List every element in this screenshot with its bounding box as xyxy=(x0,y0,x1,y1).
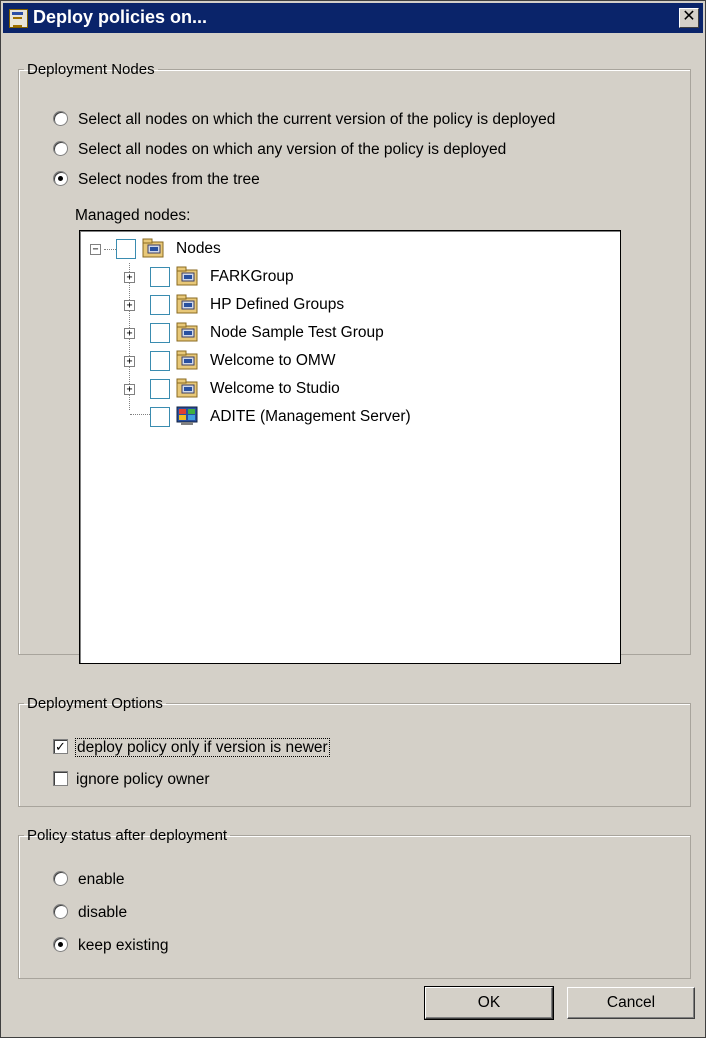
tree-item-checkbox[interactable] xyxy=(150,295,170,315)
node-group-icon xyxy=(176,266,198,286)
tree-item-nodes[interactable]: − Nodes xyxy=(80,237,620,261)
management-server-icon xyxy=(176,406,198,426)
tree-item-checkbox[interactable] xyxy=(116,239,136,259)
managed-nodes-tree[interactable]: − Nodes + FARKGroup + HP Defined Groups … xyxy=(79,230,621,664)
radio-current-version-button[interactable] xyxy=(53,111,68,127)
tree-item-hp-defined-groups[interactable]: + HP Defined Groups xyxy=(80,293,620,317)
node-group-icon xyxy=(176,378,198,398)
radio-enable-button[interactable] xyxy=(53,871,68,887)
window-title: Deploy policies on... xyxy=(33,7,208,27)
deployment-options-group: Deployment Options ✓ deploy policy only i… xyxy=(18,695,691,807)
radio-disable[interactable]: disable xyxy=(53,902,127,924)
node-group-icon xyxy=(176,294,198,314)
close-button[interactable]: ✕ xyxy=(679,8,699,28)
expand-icon[interactable]: + xyxy=(124,328,135,339)
tree-item-label: ADITE (Management Server) xyxy=(210,408,411,425)
deployment-nodes-legend: Deployment Nodes xyxy=(27,61,155,78)
radio-keep-existing-label: keep existing xyxy=(78,937,169,954)
tree-item-welcome-to-studio[interactable]: + Welcome to Studio xyxy=(80,377,620,401)
radio-any-version-button[interactable] xyxy=(53,141,68,157)
deploy-if-newer-checkbox[interactable]: ✓ xyxy=(53,739,68,755)
ignore-owner-checkbox[interactable] xyxy=(53,771,68,787)
title-bar[interactable]: Deploy policies on... ✕ xyxy=(3,3,703,33)
tree-item-node-sample-test-group[interactable]: + Node Sample Test Group xyxy=(80,321,620,345)
radio-current-version-label: Select all nodes on which the current ve… xyxy=(78,111,556,128)
expand-icon[interactable]: + xyxy=(124,356,135,367)
tree-item-farkgroup[interactable]: + FARKGroup xyxy=(80,265,620,289)
radio-from-tree[interactable]: Select nodes from the tree xyxy=(53,169,260,191)
ok-button[interactable]: OK xyxy=(424,986,554,1020)
radio-any-version-label: Select all nodes on which any version of… xyxy=(78,141,507,158)
tree-item-checkbox[interactable] xyxy=(150,379,170,399)
tree-item-checkbox[interactable] xyxy=(150,351,170,371)
radio-disable-button[interactable] xyxy=(53,904,68,920)
ignore-owner-option[interactable]: ignore policy owner xyxy=(53,769,210,791)
tree-item-adite-management-server[interactable]: ADITE (Management Server) xyxy=(80,405,620,429)
expand-icon[interactable]: + xyxy=(124,272,135,283)
radio-any-version[interactable]: Select all nodes on which any version of… xyxy=(53,139,506,161)
policy-status-group: Policy status after deployment enable di… xyxy=(18,827,691,979)
radio-enable-label: enable xyxy=(78,871,125,888)
expand-icon[interactable]: + xyxy=(124,300,135,311)
collapse-icon[interactable]: − xyxy=(90,244,101,255)
deploy-if-newer-label: deploy policy only if version is newer xyxy=(75,738,330,757)
node-group-icon xyxy=(176,350,198,370)
deployment-options-legend: Deployment Options xyxy=(27,695,163,712)
radio-enable[interactable]: enable xyxy=(53,869,125,891)
radio-keep-existing[interactable]: keep existing xyxy=(53,935,168,957)
node-group-icon xyxy=(142,238,164,258)
tree-item-welcome-to-omw[interactable]: + Welcome to OMW xyxy=(80,349,620,373)
ignore-owner-label: ignore policy owner xyxy=(76,771,210,788)
deploy-if-newer-option[interactable]: ✓ deploy policy only if version is newer xyxy=(53,737,330,759)
app-icon xyxy=(9,9,28,28)
tree-item-label: Node Sample Test Group xyxy=(210,324,384,341)
tree-item-label: Welcome to OMW xyxy=(210,352,336,369)
node-group-icon xyxy=(176,322,198,342)
tree-item-label: Nodes xyxy=(176,240,221,257)
radio-keep-existing-button[interactable] xyxy=(53,937,68,953)
radio-from-tree-button[interactable] xyxy=(53,171,68,187)
radio-disable-label: disable xyxy=(78,904,128,921)
tree-item-label: Welcome to Studio xyxy=(210,380,340,397)
tree-item-checkbox[interactable] xyxy=(150,323,170,343)
tree-item-label: HP Defined Groups xyxy=(210,296,345,313)
cancel-button[interactable]: Cancel xyxy=(567,987,695,1019)
policy-status-legend: Policy status after deployment xyxy=(27,827,228,844)
tree-item-checkbox[interactable] xyxy=(150,407,170,427)
tree-item-checkbox[interactable] xyxy=(150,267,170,287)
radio-current-version[interactable]: Select all nodes on which the current ve… xyxy=(53,109,555,131)
deployment-nodes-group: Deployment Nodes Select all nodes on whi… xyxy=(18,61,691,664)
managed-nodes-label: Managed nodes: xyxy=(75,207,191,224)
radio-from-tree-label: Select nodes from the tree xyxy=(78,171,260,188)
deploy-policies-dialog: Deploy policies on... ✕ Deployment Nodes… xyxy=(0,0,706,1038)
tree-item-label: FARKGroup xyxy=(210,268,294,285)
expand-icon[interactable]: + xyxy=(124,384,135,395)
